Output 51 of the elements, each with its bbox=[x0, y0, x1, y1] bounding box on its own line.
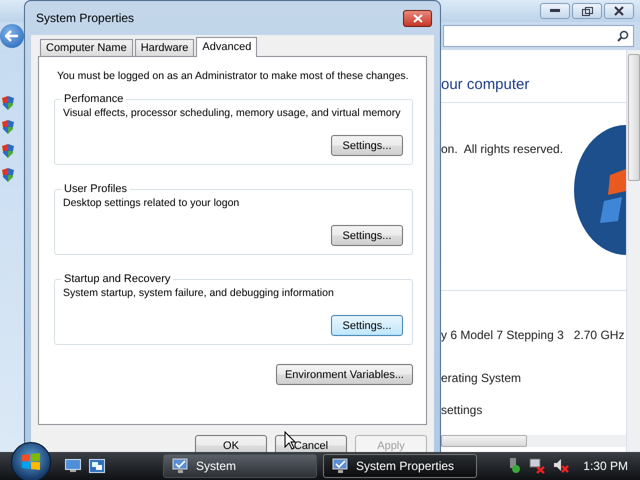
settings-button[interactable]: Settings... bbox=[331, 315, 403, 336]
shield-icon bbox=[2, 120, 14, 134]
safe-remove-icon[interactable] bbox=[507, 458, 522, 474]
processor-text: y 6 Model 7 Stepping 3 2.70 GHz bbox=[441, 328, 626, 344]
close-icon bbox=[614, 6, 624, 16]
search-field[interactable] bbox=[443, 25, 634, 47]
close-button[interactable] bbox=[403, 10, 432, 26]
taskbar-button[interactable]: System bbox=[163, 454, 317, 478]
close-icon bbox=[412, 14, 422, 22]
shield-icon bbox=[2, 144, 14, 158]
settings-link[interactable]: settings bbox=[441, 403, 626, 419]
shield-icon bbox=[2, 168, 14, 182]
taskbar-button[interactable]: System Properties bbox=[323, 454, 477, 478]
monitor-icon bbox=[172, 458, 190, 474]
windows-flag-icon bbox=[21, 453, 41, 471]
group-title: User Profiles bbox=[63, 183, 128, 195]
maximize-button[interactable] bbox=[572, 3, 602, 19]
desktop-icon[interactable] bbox=[65, 459, 81, 473]
group-description: System startup, system failure, and debugging information bbox=[63, 287, 334, 301]
shield-icon bbox=[2, 96, 14, 110]
search-icon bbox=[617, 30, 629, 42]
windows-switch-icon[interactable] bbox=[89, 459, 105, 473]
vertical-scrollbar[interactable] bbox=[626, 50, 640, 452]
os-text: erating System bbox=[441, 371, 522, 387]
window-title: System Properties bbox=[36, 11, 134, 25]
group-title: Startup and Recovery bbox=[63, 273, 172, 285]
tab[interactable]: Computer Name bbox=[40, 39, 133, 57]
mouse-pointer-icon bbox=[284, 431, 296, 450]
settings-button[interactable]: Settings... bbox=[331, 225, 403, 246]
restore-icon bbox=[582, 6, 592, 16]
speaker-muted-icon[interactable] bbox=[553, 458, 570, 474]
intro-text: You must be logged on as an Administrator to make most of these changes. bbox=[57, 70, 409, 84]
network-error-icon[interactable] bbox=[529, 458, 546, 474]
page-heading: our computer bbox=[441, 76, 530, 95]
monitor-icon bbox=[332, 458, 350, 474]
group-title: Perfomance bbox=[63, 93, 124, 105]
close-button[interactable] bbox=[604, 3, 634, 19]
minimize-button[interactable] bbox=[540, 3, 570, 19]
clock[interactable]: 1:30 PM bbox=[583, 459, 628, 473]
minimize-icon bbox=[550, 9, 560, 13]
start-button[interactable] bbox=[11, 442, 51, 480]
tab[interactable]: Hardware bbox=[134, 39, 194, 57]
back-button[interactable] bbox=[0, 24, 24, 48]
settings-button[interactable]: Settings... bbox=[331, 135, 403, 156]
group-description: Desktop settings related to your logon bbox=[63, 197, 240, 211]
environment-variables-button[interactable]: Environment Variables... bbox=[276, 364, 413, 385]
back-arrow-icon bbox=[5, 30, 19, 42]
tab[interactable]: Advanced bbox=[196, 37, 258, 57]
copyright-text: on. All rights reserved. bbox=[441, 142, 564, 158]
horizontal-scrollbar[interactable] bbox=[441, 435, 626, 447]
group-description: Visual effects, processor scheduling, memory usage, and virtual memory bbox=[63, 107, 401, 121]
